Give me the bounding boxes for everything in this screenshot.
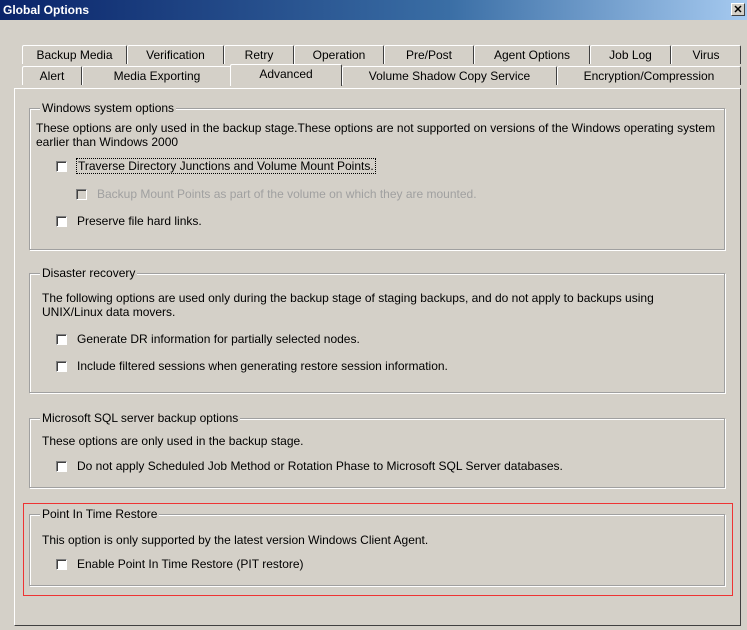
include-filtered-sessions-checkbox[interactable] — [56, 360, 67, 372]
preserve-hard-links-option[interactable]: Preserve file hard links. — [56, 214, 202, 228]
generate-dr-checkbox[interactable] — [56, 333, 67, 345]
windows-system-options-title: Windows system options — [40, 101, 177, 115]
backup-mount-points-checkbox — [76, 188, 87, 200]
global-options-dialog: Global Options ✕ Backup Media Verificati… — [0, 0, 747, 630]
tab-job-log[interactable]: Job Log — [590, 45, 671, 64]
sql-backup-options-group: Microsoft SQL server backup options Thes… — [29, 411, 725, 488]
windows-system-options-desc: These options are only used in the backu… — [36, 121, 716, 149]
tab-media-exporting[interactable]: Media Exporting — [82, 66, 232, 85]
close-icon[interactable]: ✕ — [731, 3, 745, 16]
disaster-recovery-desc: The following options are used only duri… — [42, 291, 654, 319]
generate-dr-label: Generate DR information for partially se… — [77, 332, 360, 346]
generate-dr-option[interactable]: Generate DR information for partially se… — [56, 332, 360, 346]
tab-volume-shadow-copy-service[interactable]: Volume Shadow Copy Service — [342, 66, 557, 85]
sql-backup-options-desc: These options are only used in the backu… — [42, 434, 304, 448]
traverse-junctions-label: Traverse Directory Junctions and Volume … — [76, 158, 376, 174]
include-filtered-sessions-label: Include filtered sessions when generatin… — [77, 359, 448, 373]
title-bar[interactable]: Global Options ✕ — [0, 0, 747, 20]
tab-backup-media[interactable]: Backup Media — [22, 45, 127, 64]
preserve-hard-links-checkbox[interactable] — [56, 215, 67, 227]
traverse-junctions-option[interactable]: Traverse Directory Junctions and Volume … — [56, 158, 376, 174]
tab-verification[interactable]: Verification — [127, 45, 224, 64]
tab-virus[interactable]: Virus — [671, 45, 741, 64]
disaster-recovery-title: Disaster recovery — [40, 266, 138, 280]
traverse-junctions-checkbox[interactable] — [56, 160, 67, 172]
windows-system-options-group: Windows system options These options are… — [29, 101, 725, 250]
tab-operation[interactable]: Operation — [294, 45, 384, 64]
tab-retry[interactable]: Retry — [224, 45, 294, 64]
disaster-recovery-group: Disaster recovery The following options … — [29, 266, 725, 393]
backup-mount-points-option: Backup Mount Points as part of the volum… — [76, 187, 477, 201]
include-filtered-sessions-option[interactable]: Include filtered sessions when generatin… — [56, 359, 448, 373]
backup-mount-points-label: Backup Mount Points as part of the volum… — [97, 187, 477, 201]
sql-no-rotation-checkbox[interactable] — [56, 460, 67, 472]
tab-alert[interactable]: Alert — [22, 66, 82, 85]
tab-advanced[interactable]: Advanced — [230, 64, 342, 86]
tab-encryption-compression[interactable]: Encryption/Compression — [557, 66, 741, 85]
preserve-hard-links-label: Preserve file hard links. — [77, 214, 202, 228]
tab-pre-post[interactable]: Pre/Post — [384, 45, 474, 64]
advanced-panel: Windows system options These options are… — [14, 88, 741, 626]
sql-no-rotation-option[interactable]: Do not apply Scheduled Job Method or Rot… — [56, 459, 563, 473]
pit-highlight-box — [23, 503, 733, 596]
sql-no-rotation-label: Do not apply Scheduled Job Method or Rot… — [77, 459, 563, 473]
tab-agent-options[interactable]: Agent Options — [474, 45, 590, 64]
sql-backup-options-title: Microsoft SQL server backup options — [40, 411, 241, 425]
window-title: Global Options — [3, 3, 89, 17]
